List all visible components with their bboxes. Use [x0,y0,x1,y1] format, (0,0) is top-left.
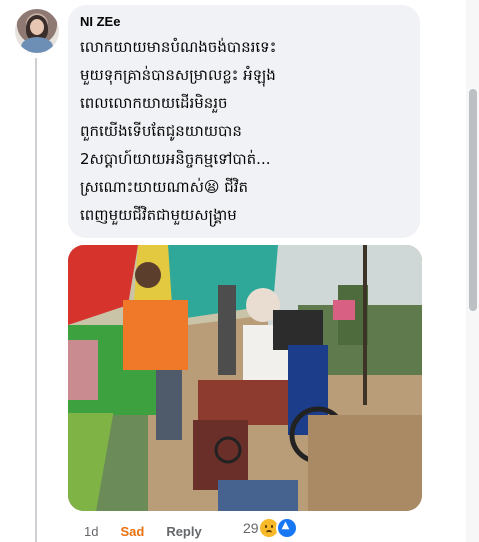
comment-photo[interactable] [68,245,422,511]
reaction-summary[interactable]: 29 [243,517,298,539]
comment-author[interactable]: NI ZEe [80,14,408,29]
scrollbar-thumb[interactable] [469,89,477,311]
reaction-sad-button[interactable]: Sad [120,524,144,539]
reaction-count: 29 [243,520,259,536]
comment-photo-image [68,245,422,511]
comment-text: លោកយាយមានបំណងចង់បានរទេះ មួយទុកគ្រាន់បានស… [80,38,277,224]
avatar[interactable] [15,9,59,53]
thread-line [35,58,37,542]
comment-actions: 1d Sad Reply [84,521,226,541]
reply-button[interactable]: Reply [166,524,201,539]
like-reaction-icon [275,517,298,539]
comment-timestamp[interactable]: 1d [84,524,98,539]
comment-bubble: NI ZEe លោកយាយមានបំណងចង់បានរទេះ មួយទុកគ្រ… [68,5,420,238]
